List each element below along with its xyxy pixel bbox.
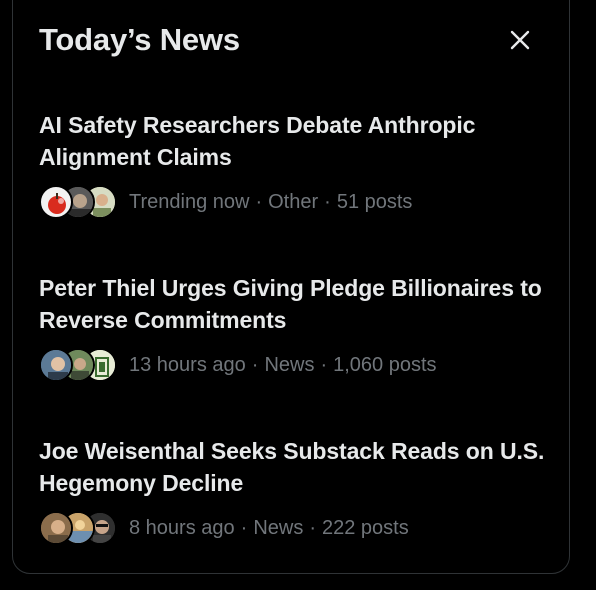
avatar-group — [39, 185, 119, 219]
story-category: News — [264, 353, 315, 376]
story-time: 13 hours ago — [129, 353, 246, 376]
story-post-count: 1,060 posts — [333, 353, 437, 376]
story-meta: 13 hours ago · News · 1,060 posts — [39, 348, 549, 382]
avatar — [39, 185, 73, 219]
meta-separator: · — [251, 353, 259, 376]
story-category: Other — [268, 190, 319, 213]
avatar — [39, 511, 73, 545]
story-post-count: 222 posts — [322, 516, 409, 539]
story-time: Trending now — [129, 190, 250, 213]
avatar — [39, 348, 73, 382]
avatar-group — [39, 511, 119, 545]
meta-separator: · — [255, 190, 263, 213]
news-story[interactable]: Joe Weisenthal Seeks Substack Reads on U… — [39, 435, 549, 545]
story-title: Peter Thiel Urges Giving Pledge Billiona… — [39, 275, 542, 333]
story-post-count: 51 posts — [336, 190, 413, 213]
close-button[interactable] — [500, 20, 540, 60]
close-icon — [510, 30, 530, 50]
avatar-group — [39, 348, 119, 382]
story-category: News — [253, 516, 304, 539]
story-title: AI Safety Researchers Debate Anthropic A… — [39, 112, 476, 170]
story-time: 8 hours ago — [129, 516, 235, 539]
panel-title: Today’s News — [39, 22, 240, 57]
news-story[interactable]: AI Safety Researchers Debate Anthropic A… — [39, 109, 549, 219]
meta-separator: · — [324, 190, 331, 213]
meta-separator: · — [320, 353, 328, 376]
story-meta: Trending now · Other · 51 posts — [39, 185, 549, 219]
meta-separator: · — [309, 516, 316, 539]
story-meta-text: 8 hours ago · News · 222 posts — [129, 517, 409, 540]
news-story[interactable]: Peter Thiel Urges Giving Pledge Billiona… — [39, 272, 549, 382]
story-meta: 8 hours ago · News · 222 posts — [39, 511, 549, 545]
story-meta-text: Trending now · Other · 51 posts — [129, 191, 412, 214]
story-meta-text: 13 hours ago · News · 1,060 posts — [129, 354, 437, 377]
meta-separator: · — [240, 516, 248, 539]
story-title: Joe Weisenthal Seeks Substack Reads on U… — [39, 438, 545, 496]
